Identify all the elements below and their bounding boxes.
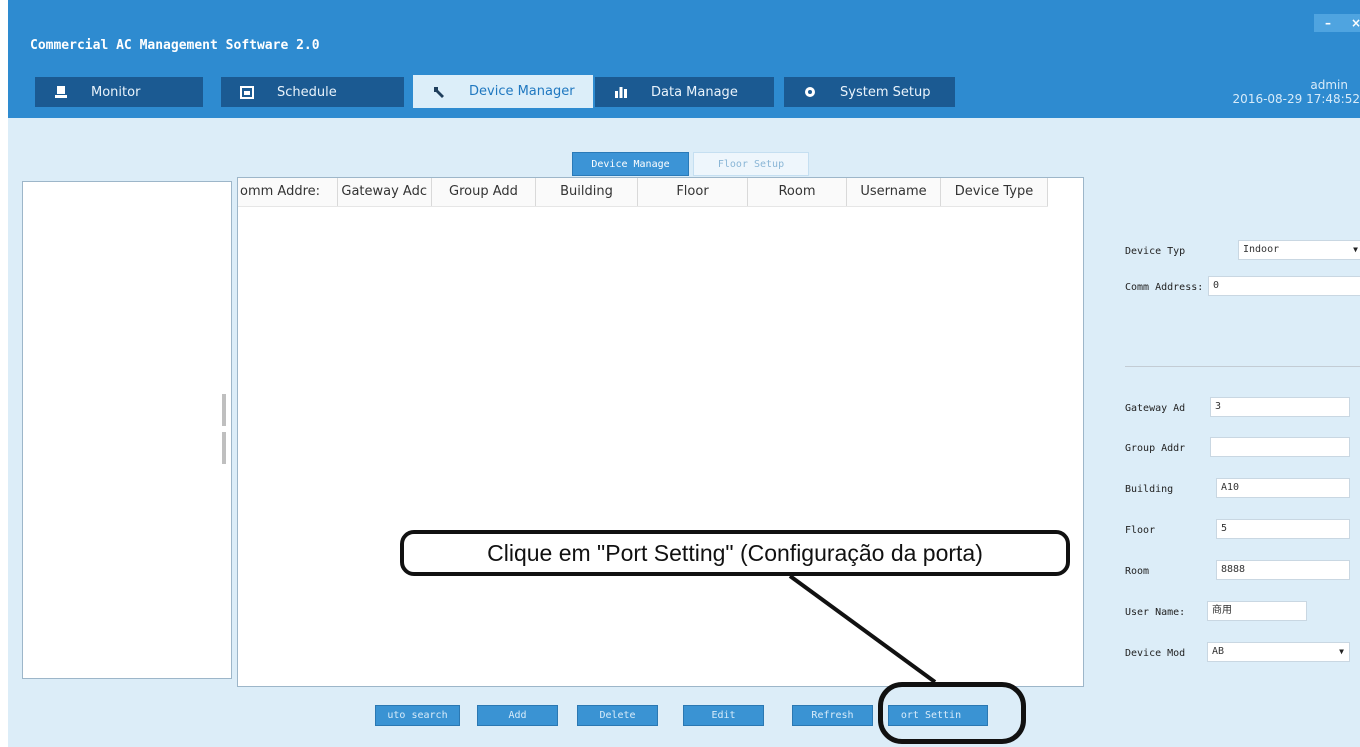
instruction-callout: Clique em "Port Setting" (Configuração d…: [400, 530, 1070, 576]
callout-pointer-line: [788, 574, 937, 684]
highlight-ring: [878, 682, 1026, 744]
